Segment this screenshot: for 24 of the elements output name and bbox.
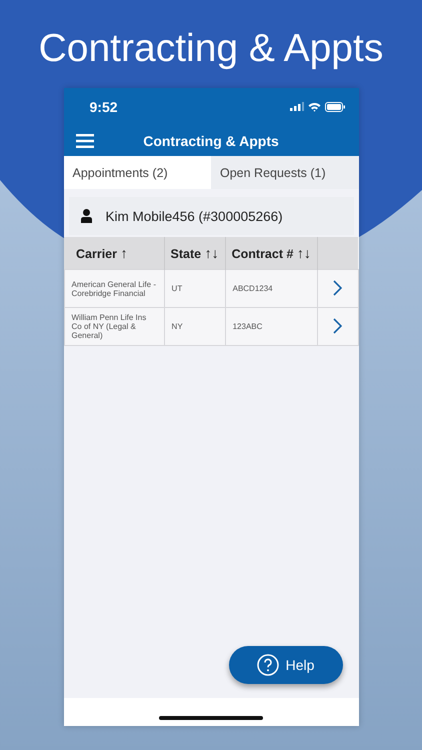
column-header[interactable]: Contract # ↑↓ (225, 237, 318, 270)
tab[interactable]: Appointments (2) (64, 156, 211, 189)
chevron-right-icon[interactable] (333, 318, 342, 334)
signal-icon (290, 102, 304, 111)
column-header[interactable]: State ↑↓ (164, 237, 226, 270)
wifi-icon (308, 102, 320, 112)
table-cell: NY (164, 308, 226, 346)
agent-name: Kim Mobile456 (#300005266) (106, 208, 283, 224)
table-cell: ABCD1234 (225, 270, 318, 308)
table-cell: William Penn Life Ins Co of NY (Legal & General) (64, 308, 164, 346)
headline: Contracting & Appts (38, 26, 384, 72)
column-header[interactable]: Carrier ↑ (64, 237, 164, 270)
tab[interactable]: Open Requests (1) (211, 156, 358, 189)
status-time: 9:52 (90, 98, 118, 114)
screen-title: Contracting & Appts (142, 132, 280, 148)
menu-icon[interactable] (76, 134, 94, 148)
help-button[interactable]: Help (228, 646, 342, 684)
question-icon (256, 654, 279, 676)
chevron-right-icon[interactable] (333, 280, 342, 296)
table-cell: 123ABC (225, 308, 318, 346)
table-cell: UT (164, 270, 226, 308)
table-cell: American General Life - Corebridge Financial (64, 270, 164, 308)
battery-icon (324, 102, 344, 112)
person-icon (80, 209, 92, 223)
